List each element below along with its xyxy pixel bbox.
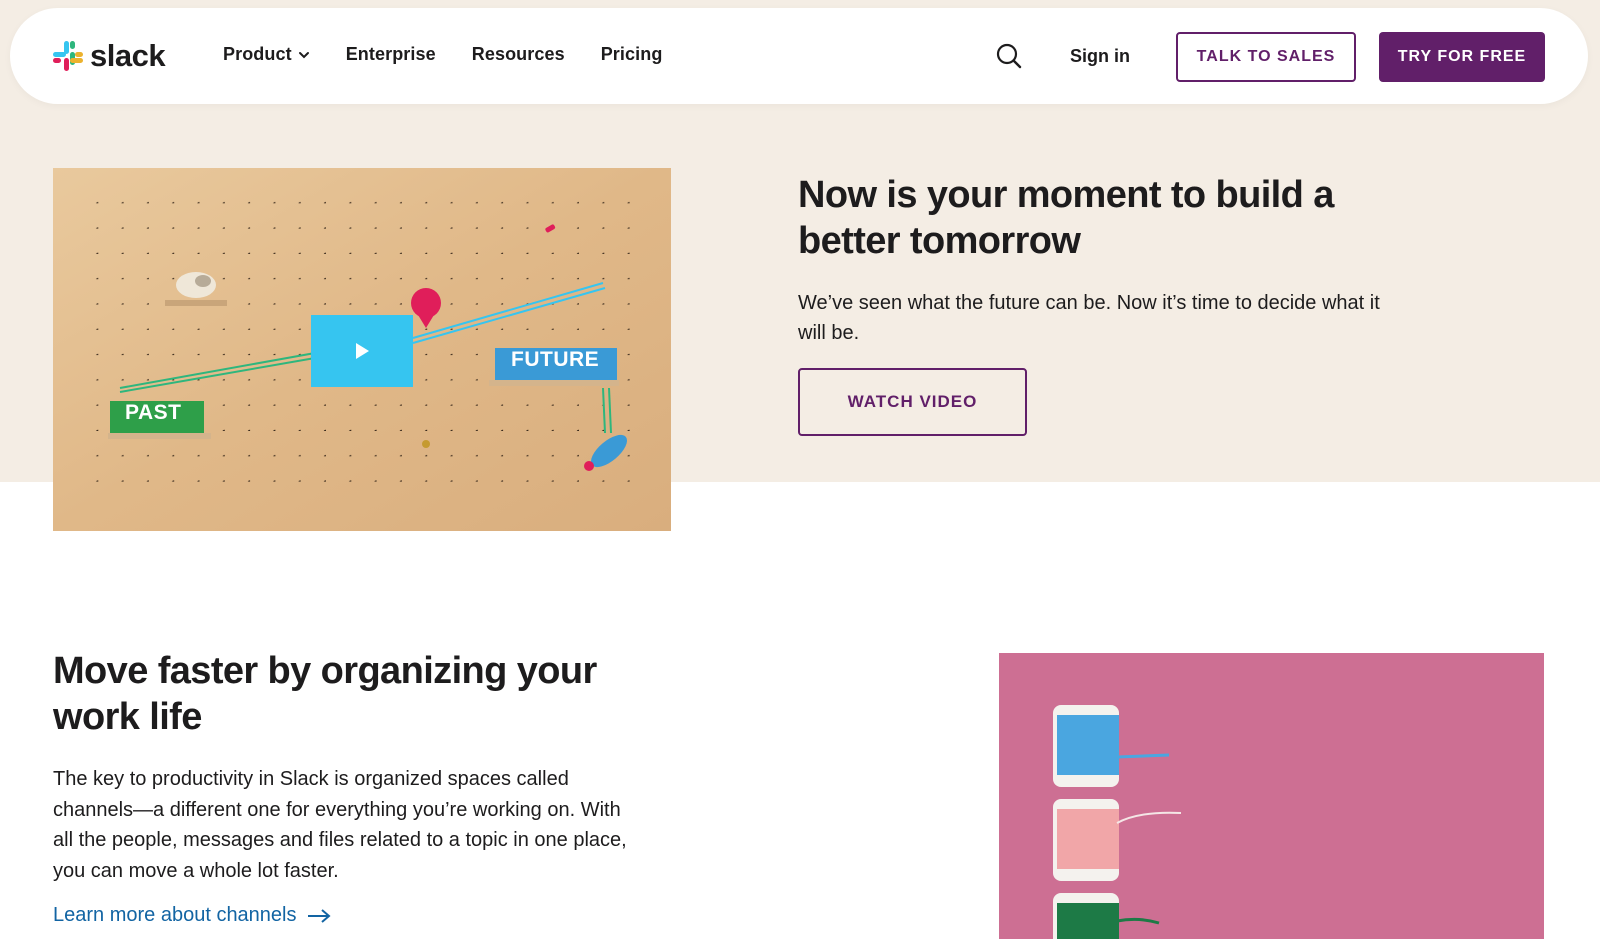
- logo-text: slack: [90, 38, 166, 73]
- section-title: Move faster by organizing your work life: [53, 650, 597, 738]
- talk-to-sales-button[interactable]: TALK TO SALES: [1176, 32, 1356, 82]
- try-for-free-button[interactable]: TRY FOR FREE: [1379, 32, 1545, 82]
- page: slack Product Enterprise Resources Prici…: [0, 0, 1600, 939]
- video-thumbnail[interactable]: PAST FUTURE: [53, 168, 671, 531]
- hero-title: Now is your moment to build a better tom…: [798, 174, 1334, 262]
- hero-subtitle: We’ve seen what the future can be. Now i…: [798, 292, 1380, 344]
- past-label: PAST: [125, 401, 182, 424]
- slack-logo-icon: [53, 41, 83, 71]
- sign-in-link[interactable]: Sign in: [1070, 46, 1130, 67]
- search-icon[interactable]: [995, 42, 1023, 70]
- learn-more-channels-link[interactable]: Learn more about channels: [53, 904, 331, 927]
- arrow-right-icon: [307, 908, 331, 923]
- chevron-down-icon: [298, 51, 309, 58]
- watch-video-button[interactable]: WATCH VIDEO: [798, 368, 1027, 436]
- section-body: The key to productivity in Slack is orga…: [53, 768, 627, 882]
- nav-product[interactable]: Product: [223, 44, 310, 65]
- site-header: slack Product Enterprise Resources Prici…: [10, 8, 1588, 104]
- nav-resources[interactable]: Resources: [472, 44, 565, 65]
- nav-pricing[interactable]: Pricing: [601, 44, 663, 65]
- slack-logo[interactable]: slack: [52, 38, 166, 74]
- play-icon: [356, 343, 369, 359]
- main-nav: Product Enterprise Resources Pricing: [223, 44, 698, 65]
- play-button[interactable]: [311, 315, 413, 387]
- nav-enterprise[interactable]: Enterprise: [346, 44, 436, 65]
- nav-product-label: Product: [223, 44, 292, 64]
- thread-spools-image: [999, 653, 1544, 939]
- future-label: FUTURE: [511, 348, 600, 371]
- learn-more-label: Learn more about channels: [53, 904, 297, 926]
- thread-spools-illustration: [1053, 705, 1182, 939]
